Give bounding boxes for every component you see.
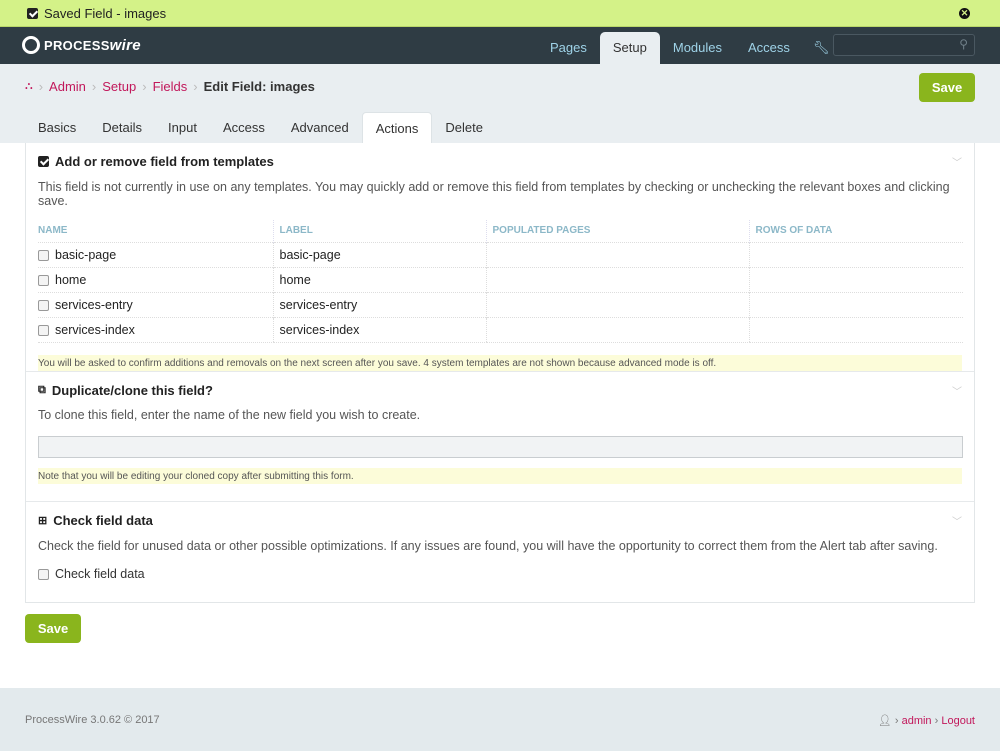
processwire-logo[interactable]: PROCESS wire [22,36,141,54]
logout-link[interactable]: Logout [941,715,975,727]
tab-actions[interactable]: Actions [361,112,433,143]
check-field-data-option[interactable]: Check field data [38,567,962,581]
clone-note: Note that you will be editing your clone… [38,468,962,484]
page-title: Edit Field: images [203,79,315,94]
user-icon: 👤︎ [877,715,892,727]
table-row: services-index services-index [38,316,963,343]
user-link[interactable]: admin [902,715,932,727]
check-field-data-checkbox[interactable] [38,569,49,581]
notice-bar: Saved Field - images ✕ [0,0,1000,27]
check-desc: Check the field for unused data or other… [38,539,938,553]
col-label: LABEL [272,220,486,242]
tab-basics[interactable]: Basics [25,112,89,143]
col-rows-of-data: ROWS OF DATA [748,220,963,242]
nav-modules[interactable]: Modules [660,32,735,64]
footer-version: ProcessWire 3.0.62 © 2017 [25,714,160,726]
tab-access[interactable]: Access [210,112,278,143]
templates-section: Add or remove field from templates ﹀ Thi… [38,154,963,371]
templates-table: NAME LABEL POPULATED PAGES ROWS OF DATA bas… [38,220,963,343]
breadcrumb-fields[interactable]: Fields [153,79,188,94]
search-input[interactable]: ⚲ [833,34,975,56]
divider [26,371,974,372]
template-checkbox[interactable] [38,249,49,261]
check-section: ⊞ Check field data ﹀ Check the field for … [38,513,962,581]
chevron-down-icon[interactable]: ﹀ [952,154,962,169]
breadcrumb-admin[interactable]: Admin [49,79,86,94]
check-square-icon [38,156,49,167]
actions-panel: Add or remove field from templates ﹀ Thi… [25,143,975,603]
divider [26,501,974,502]
clone-section: ⧉ Duplicate/clone this field? ﹀ To clone … [38,383,963,484]
medkit-icon: ⊞ [38,515,48,527]
template-checkbox[interactable] [38,324,49,336]
col-populated-pages: POPULATED PAGES [485,220,749,242]
chevron-down-icon[interactable]: ﹀ [952,513,962,528]
table-row: services-entry services-entry [38,291,963,317]
save-button-top[interactable]: Save [919,73,975,102]
template-checkbox[interactable] [38,274,49,286]
chevron-down-icon[interactable]: ﹀ [952,383,962,398]
main-nav: Pages Setup Modules Access 🔧︎ [537,32,839,64]
clone-desc: To clone this field, enter the name of t… [38,408,421,422]
nav-access[interactable]: Access [735,32,803,64]
save-button-bottom[interactable]: Save [25,614,81,643]
clone-name-input[interactable] [38,436,963,458]
close-circle-icon[interactable]: ✕ [959,8,970,19]
tab-details[interactable]: Details [89,112,155,143]
clone-icon: ⧉ [38,384,46,396]
col-name: NAME [38,225,68,237]
templates-desc: This field is not currently in use on an… [38,180,950,208]
footer: ProcessWire 3.0.62 © 2017 👤︎ › admin › L… [0,688,1000,751]
table-row: home home [38,266,963,292]
search-icon: ⚲ [959,37,968,51]
top-header: PROCESS wire Pages Setup Modules Access 🔧… [0,27,1000,64]
template-checkbox[interactable] [38,299,49,311]
sitemap-icon[interactable]: ⛬ [25,80,33,93]
check-section-header[interactable]: ⊞ Check field data [38,513,962,528]
subheader: ⛬ › Admin › Setup › Fields › Edit Field: ima… [0,64,1000,143]
tabs: Basics Details Input Access Advanced Act… [25,112,496,143]
templates-note: You will be asked to confirm additions a… [38,354,962,371]
tab-delete[interactable]: Delete [432,112,496,143]
clone-section-header[interactable]: ⧉ Duplicate/clone this field? [38,383,962,398]
notice-text: Saved Field - images [44,5,167,21]
check-square-icon [27,7,38,19]
nav-setup[interactable]: Setup [599,32,660,64]
nav-pages[interactable]: Pages [537,32,600,64]
footer-user: 👤︎ › admin › Logout [877,715,975,727]
table-row: basic-page basic-page [38,241,963,267]
breadcrumb-setup[interactable]: Setup [102,79,136,94]
templates-section-header[interactable]: Add or remove field from templates [38,154,962,169]
tab-advanced[interactable]: Advanced [278,112,362,143]
tab-input[interactable]: Input [155,112,210,143]
breadcrumb: ⛬ › Admin › Setup › Fields › Edit Field: ima… [25,79,315,94]
